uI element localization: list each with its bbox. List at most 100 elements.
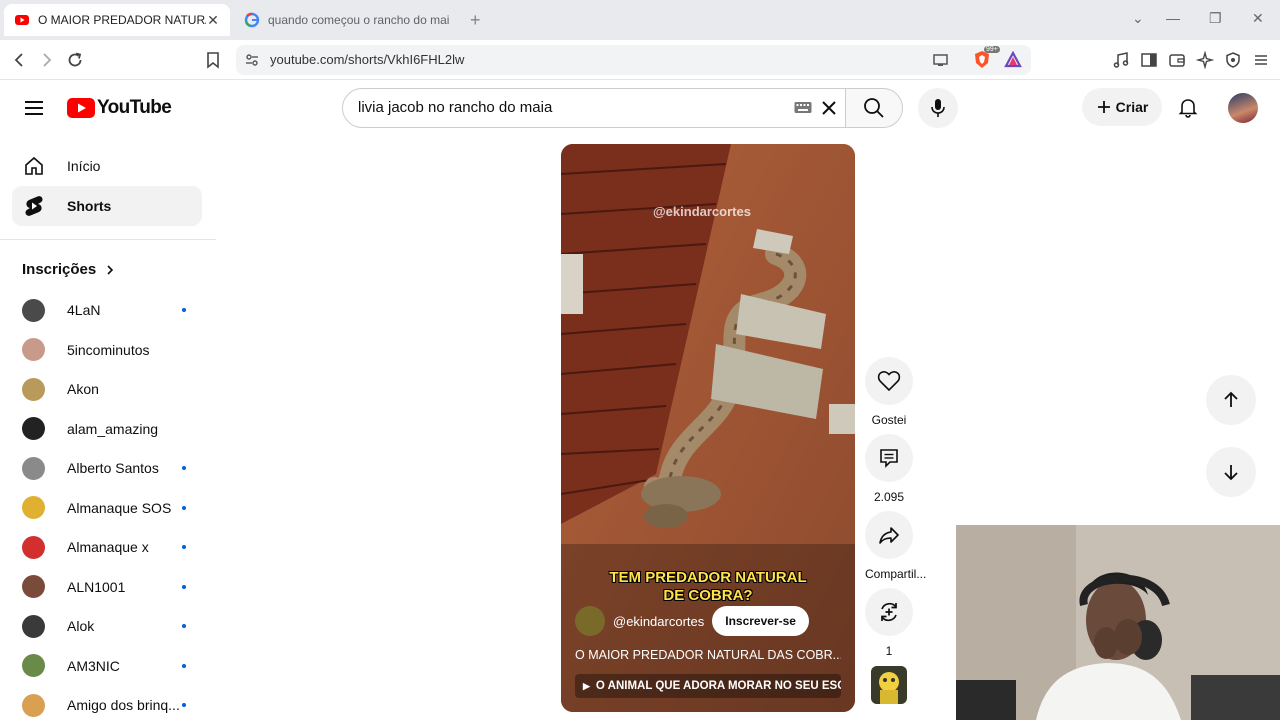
- subscriptions-title: Inscrições: [22, 261, 97, 278]
- channel-avatar: [22, 338, 45, 361]
- webcam-feed: [956, 525, 1280, 720]
- brave-shield-icon[interactable]: [973, 50, 991, 70]
- subscription-name: ALN1001: [67, 578, 126, 595]
- restore-icon[interactable]: ❐: [1209, 10, 1222, 27]
- new-content-indicator: [182, 505, 186, 510]
- forward-icon[interactable]: [35, 48, 59, 72]
- video-caption: TEM PREDADOR NATURAL DE COBRA?: [561, 569, 855, 605]
- youtube-wordmark: YouTube: [97, 97, 172, 118]
- close-window-icon[interactable]: ✕: [1252, 10, 1264, 27]
- share-action[interactable]: Compartil...: [865, 511, 927, 581]
- new-content-indicator: [182, 624, 186, 628]
- like-action[interactable]: Gostei: [865, 357, 913, 427]
- like-button[interactable]: [865, 357, 913, 405]
- subscription-name: 5incominutos: [67, 341, 150, 358]
- close-tab-icon[interactable]: ✕: [206, 12, 220, 29]
- shorts-icon: [22, 194, 46, 218]
- clear-search-icon[interactable]: [820, 99, 838, 117]
- vpn-icon[interactable]: [1221, 48, 1245, 72]
- subscription-item[interactable]: AM3NIC: [22, 651, 194, 681]
- search-input[interactable]: livia jacob no rancho do maia: [342, 88, 846, 128]
- related-video-link[interactable]: ▶ O ANIMAL QUE ADORA MORAR NO SEU ESG...: [575, 674, 841, 698]
- back-icon[interactable]: [7, 48, 31, 72]
- create-button[interactable]: Criar: [1082, 88, 1162, 126]
- address-bar[interactable]: youtube.com/shorts/VkhI6FHL2lw 99+: [236, 45, 1031, 75]
- share-label: Compartil...: [865, 567, 927, 581]
- remix-button[interactable]: [865, 588, 913, 636]
- sidebar-divider: [0, 239, 216, 240]
- channel-avatar: [22, 654, 45, 677]
- subscription-name: Almanaque x: [67, 539, 149, 555]
- account-avatar[interactable]: [1228, 93, 1258, 123]
- comments-action[interactable]: 2.095: [865, 434, 913, 504]
- channel-avatar: [22, 535, 45, 559]
- keyboard-icon[interactable]: [794, 101, 812, 115]
- subscription-item[interactable]: 5incominutos: [22, 335, 194, 365]
- channel-avatar: [22, 377, 45, 401]
- reload-icon[interactable]: [63, 48, 87, 72]
- main-menu-icon[interactable]: [1249, 48, 1273, 72]
- youtube-favicon-icon: [14, 12, 30, 28]
- subscription-name: alam_amazing: [67, 420, 159, 437]
- comments-button[interactable]: [865, 434, 913, 482]
- next-short-button[interactable]: [1206, 447, 1256, 497]
- subscription-name: Alok: [67, 618, 95, 634]
- caption-line: DE COBRA?: [663, 587, 753, 604]
- guide-menu-icon[interactable]: [22, 96, 46, 120]
- create-label: Criar: [1115, 99, 1149, 115]
- wallet-icon[interactable]: [1165, 48, 1189, 72]
- new-content-indicator: [182, 466, 186, 470]
- subscription-name: 4LaN: [67, 302, 101, 318]
- channel-avatar: [22, 298, 45, 322]
- leo-ai-icon[interactable]: [1193, 48, 1217, 72]
- subscription-item[interactable]: Akon: [22, 374, 194, 404]
- sidebar-item-shorts[interactable]: Shorts: [12, 186, 202, 226]
- comments-count: 2.095: [873, 490, 905, 504]
- remix-action[interactable]: 1: [865, 588, 913, 658]
- subscription-item[interactable]: alam_amazing: [22, 414, 194, 444]
- short-title[interactable]: O MAIOR PREDADOR NATURAL DAS COBR...: [575, 648, 841, 662]
- subscription-name: Almanaque SOS: [67, 499, 172, 516]
- search-button[interactable]: [845, 88, 903, 128]
- tab-search-icon[interactable]: ⌄: [1132, 10, 1144, 27]
- site-settings-icon[interactable]: [244, 52, 260, 68]
- subscription-item[interactable]: Alok: [22, 611, 194, 641]
- subscription-name: Akon: [67, 381, 99, 397]
- subscription-item[interactable]: Amigo dos brinq...: [22, 690, 194, 720]
- subscription-item[interactable]: Almanaque SOS: [22, 493, 194, 523]
- channel-avatar: [22, 575, 45, 598]
- voice-search-button[interactable]: [918, 88, 958, 128]
- sidebar-item-home[interactable]: Início: [12, 146, 202, 186]
- new-tab-icon[interactable]: +: [470, 10, 481, 31]
- previous-short-button[interactable]: [1206, 375, 1256, 425]
- search-icon: [863, 97, 885, 119]
- channel-name[interactable]: @ekindarcortes: [613, 614, 704, 629]
- tab-google[interactable]: quando começou o rancho do maia: [234, 4, 460, 36]
- cast-icon[interactable]: [932, 52, 950, 68]
- subscribe-button[interactable]: Inscrever-se: [712, 606, 809, 636]
- url-text: youtube.com/shorts/VkhI6FHL2lw: [270, 52, 465, 67]
- subscriptions-header[interactable]: Inscrições: [22, 261, 116, 278]
- subscription-item[interactable]: Almanaque x: [22, 532, 194, 562]
- subscription-item[interactable]: Alberto Santos: [22, 453, 194, 483]
- chevron-right-icon: [104, 264, 116, 276]
- bookmark-icon[interactable]: [201, 48, 225, 72]
- notifications-icon[interactable]: [1176, 95, 1200, 119]
- minimize-icon[interactable]: —: [1166, 10, 1180, 26]
- home-icon: [22, 154, 46, 178]
- subscription-item[interactable]: ALN1001: [22, 572, 194, 602]
- sidebar-toggle-icon[interactable]: [1137, 48, 1161, 72]
- channel-avatar[interactable]: [575, 606, 605, 636]
- tab-youtube[interactable]: O MAIOR PREDADOR NATURAL ✕: [4, 4, 230, 36]
- short-video-player[interactable]: @ekindarcortes TEM PREDADOR NATURAL DE C…: [561, 144, 855, 712]
- search-query: livia jacob no rancho do maia: [358, 99, 553, 116]
- new-content-indicator: [182, 308, 186, 312]
- subscription-item[interactable]: 4LaN: [22, 295, 194, 325]
- youtube-logo[interactable]: YouTube: [67, 97, 172, 119]
- media-icon[interactable]: [1109, 48, 1133, 72]
- microphone-icon: [928, 97, 948, 119]
- sound-thumbnail[interactable]: [871, 666, 907, 704]
- sidebar-item-label: Início: [67, 158, 101, 174]
- share-button[interactable]: [865, 511, 913, 559]
- rewards-icon[interactable]: [1004, 51, 1022, 69]
